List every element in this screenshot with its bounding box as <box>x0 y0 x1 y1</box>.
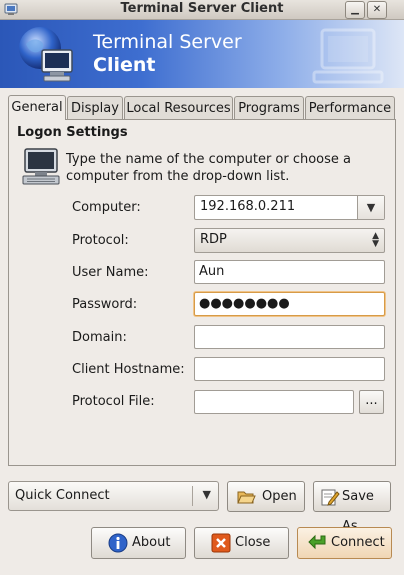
chevron-down-icon[interactable]: ▼ <box>203 488 211 501</box>
tab-programs[interactable]: Programs <box>234 96 304 119</box>
tab-performance[interactable]: Performance <box>305 96 395 119</box>
open-label: Open <box>262 489 297 504</box>
quick-connect-value[interactable]: Quick Connect <box>15 488 110 503</box>
browse-button[interactable]: ... <box>359 390 384 414</box>
banner-watermark-computer-icon <box>312 28 384 84</box>
password-field[interactable]: ●●●●●●●● <box>194 292 385 316</box>
password-label: Password: <box>72 297 138 312</box>
client-hostname-label: Client Hostname: <box>72 362 185 377</box>
logon-settings-title: Logon Settings <box>17 125 128 140</box>
info-icon <box>108 533 128 553</box>
window-close-button[interactable]: ✕ <box>367 1 387 19</box>
minimize-button[interactable]: ▁ <box>345 1 365 19</box>
connect-button[interactable]: Connect <box>297 527 392 559</box>
about-button[interactable]: About <box>91 527 186 559</box>
protocol-label: Protocol: <box>72 233 129 248</box>
domain-field[interactable] <box>194 325 385 349</box>
quick-connect-combo[interactable]: Quick Connect ▼ <box>8 481 219 511</box>
connect-label: Connect <box>331 535 385 550</box>
banner-title: Terminal Server Client <box>93 31 242 77</box>
protocol-file-label: Protocol File: <box>72 394 155 409</box>
title-bar: Terminal Server Client ▁ ✕ <box>0 0 404 20</box>
folder-open-icon <box>237 491 256 504</box>
computer-icon <box>22 148 60 185</box>
username-label: User Name: <box>72 265 149 280</box>
banner-title-line1: Terminal Server <box>93 31 242 53</box>
connect-arrow-icon <box>308 534 326 550</box>
close-label: Close <box>235 535 271 550</box>
banner-title-line2: Client <box>93 54 156 76</box>
about-label: About <box>132 535 171 550</box>
banner: Terminal Server Client <box>0 20 404 88</box>
computer-value[interactable]: 192.168.0.211 <box>200 199 295 214</box>
save-as-button[interactable]: Save As <box>313 481 391 534</box>
client-hostname-field[interactable] <box>194 357 385 381</box>
domain-label: Domain: <box>72 330 127 345</box>
tab-display[interactable]: Display <box>67 96 123 119</box>
computer-combo[interactable]: 192.168.0.211 ▼ <box>194 195 385 220</box>
tab-local-resources[interactable]: Local Resources <box>124 96 233 119</box>
open-button[interactable]: Open <box>227 481 305 512</box>
computer-label: Computer: <box>72 200 141 215</box>
chevron-down-icon[interactable]: ▼ <box>357 196 384 219</box>
username-field[interactable]: Aun <box>194 260 385 284</box>
protocol-select[interactable]: RDP ▲ ▼ <box>194 228 385 253</box>
window-title: Terminal Server Client <box>120 1 284 16</box>
protocol-file-field[interactable] <box>194 390 354 414</box>
protocol-value[interactable]: RDP <box>200 232 227 247</box>
tab-general[interactable]: General <box>8 95 66 120</box>
logon-description: Type the name of the computer or choose … <box>66 152 352 184</box>
globe-computer-icon <box>19 27 73 82</box>
close-x-icon <box>211 533 231 553</box>
save-as-icon <box>321 489 340 506</box>
updown-arrows-icon: ▲ ▼ <box>372 231 379 249</box>
close-button[interactable]: Close <box>194 527 289 559</box>
combo-separator <box>192 486 193 506</box>
